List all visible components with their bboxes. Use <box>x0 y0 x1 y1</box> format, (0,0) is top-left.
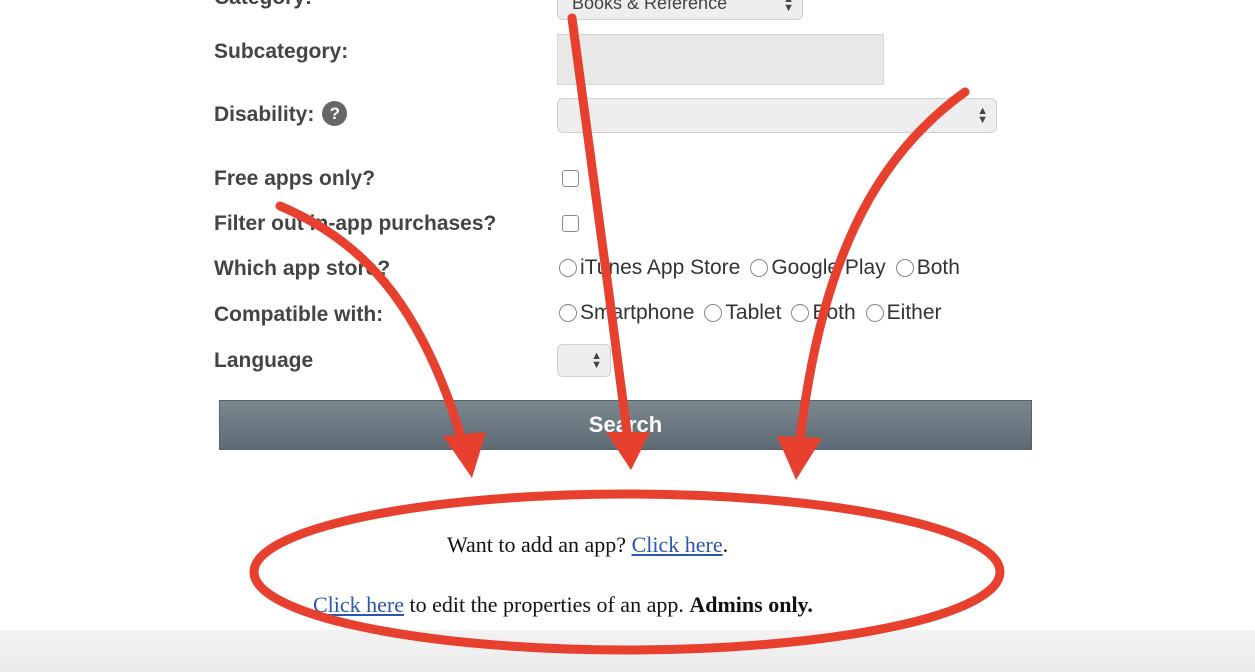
compatible-option-smartphone[interactable]: Smartphone <box>559 301 694 325</box>
bottom-bar <box>0 630 1255 672</box>
radio-icon[interactable] <box>750 259 769 277</box>
edit-app-link[interactable]: Click here <box>313 592 404 617</box>
radio-icon[interactable] <box>791 304 810 322</box>
category-select-value: Books & Reference <box>572 0 728 13</box>
select-arrows-icon: ▲▼ <box>783 0 794 14</box>
add-app-period: . <box>722 532 729 557</box>
language-select[interactable]: ▲ ▼ <box>557 344 611 377</box>
app-store-radio-group: iTunes App Store Google Play Both <box>559 256 970 280</box>
highlight-ellipse <box>249 489 1005 655</box>
language-label: Language <box>214 349 314 372</box>
disability-label-row: Disability:? <box>214 101 348 128</box>
select-arrows-icon: ▲▼ <box>977 104 988 126</box>
category-select[interactable]: Books & Reference ▲▼ <box>557 0 803 20</box>
subcategory-input[interactable] <box>557 34 884 85</box>
admins-only-text: Admins only. <box>689 592 813 617</box>
search-button[interactable]: Search <box>219 400 1032 450</box>
radio-icon[interactable] <box>895 259 914 277</box>
filter-iap-checkbox[interactable] <box>562 215 579 232</box>
free-apps-label: Free apps only? <box>214 167 376 190</box>
compatible-option-both[interactable]: Both <box>791 301 856 325</box>
add-app-link[interactable]: Click here <box>632 532 723 557</box>
radio-icon[interactable] <box>865 304 884 322</box>
subcategory-label: Subcategory: <box>214 40 349 63</box>
app-store-option-itunes[interactable]: iTunes App Store <box>559 256 740 280</box>
compatible-label: Compatible with: <box>214 303 384 326</box>
category-label: Category: <box>214 0 312 10</box>
radio-icon[interactable] <box>559 304 577 322</box>
filter-iap-label: Filter out in-app purchases? <box>214 212 497 235</box>
edit-app-message: Click here to edit the properties of an … <box>313 592 813 618</box>
radio-icon[interactable] <box>559 259 577 277</box>
app-store-option-both[interactable]: Both <box>895 256 960 280</box>
compatible-option-tablet[interactable]: Tablet <box>704 301 781 325</box>
app-store-option-google[interactable]: Google Play <box>750 256 886 280</box>
free-apps-checkbox[interactable] <box>562 170 579 187</box>
disability-label: Disability: <box>214 103 315 127</box>
select-arrows-icon: ▲▼ <box>591 349 602 371</box>
app-store-label: Which app store? <box>214 257 391 280</box>
help-icon[interactable]: ? <box>322 101 348 126</box>
add-app-message: Want to add an app? Click here. <box>447 532 728 558</box>
compatible-option-either[interactable]: Either <box>865 301 942 325</box>
edit-app-text: to edit the properties of an app. <box>404 592 690 617</box>
disability-select[interactable]: ▲ ▼ <box>557 98 997 133</box>
radio-icon[interactable] <box>704 304 723 322</box>
compatible-radio-group: Smartphone Tablet Both Either <box>559 301 952 325</box>
add-app-text: Want to add an app? <box>447 532 627 557</box>
